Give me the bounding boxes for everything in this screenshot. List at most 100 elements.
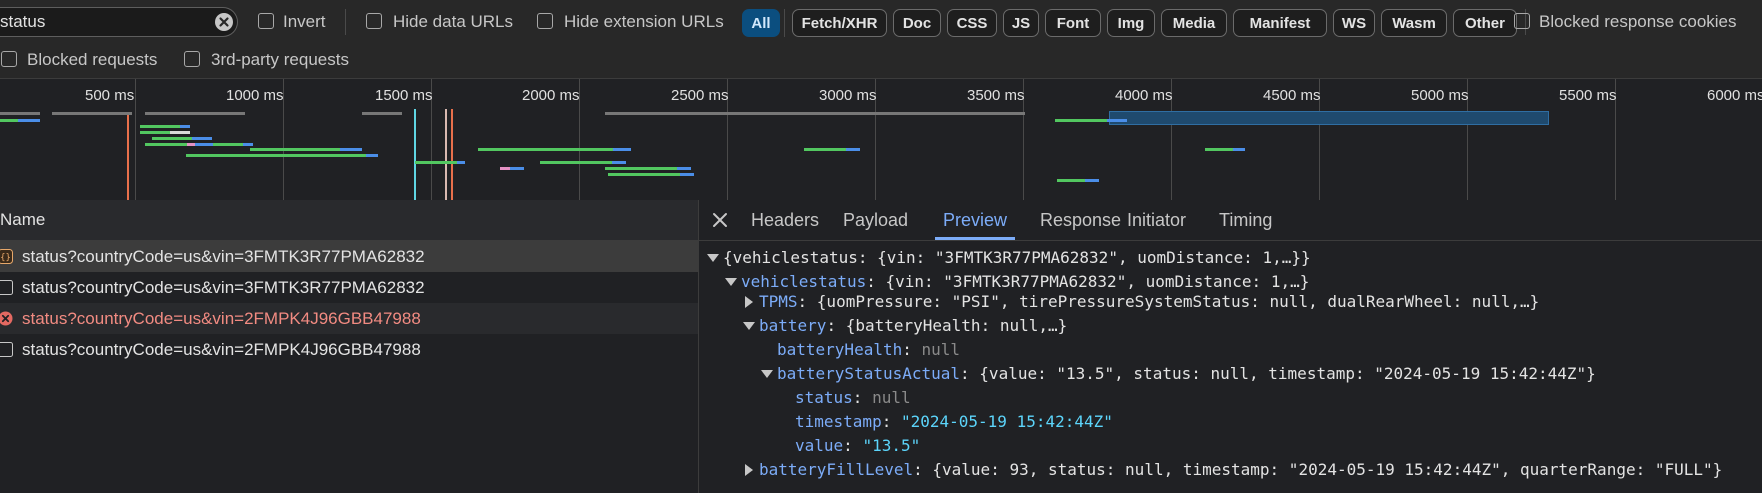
timeline-bar [362,112,402,115]
timeline-bar [478,148,613,151]
filter-chip-wasm[interactable]: Wasm [1381,9,1447,37]
timeline-bar [0,119,18,122]
collapse-toggle-icon[interactable] [745,464,753,476]
tab-headers[interactable]: Headers [751,200,819,240]
xhr-icon: {} [0,249,13,264]
json-prop-value: value: "13.5" [795,436,921,455]
timeline-bar [170,131,190,134]
filter-chip-media[interactable]: Media [1161,9,1227,37]
hide-extension-urls-checkbox[interactable] [537,13,553,29]
close-icon[interactable] [712,212,728,228]
timeline-bar [457,161,465,164]
timeline-bar [605,112,1025,115]
tab-response[interactable]: Response [1040,200,1121,240]
hide-extension-urls-label: Hide extension URLs [564,12,724,31]
timeline-bar [213,143,243,146]
filter-toolbar: Invert Hide data URLs Hide extension URL… [0,0,1762,78]
timeline-bar [1233,148,1245,151]
filter-chip-doc[interactable]: Doc [893,9,941,37]
request-list-empty-area [0,365,698,493]
filter-chip-all[interactable]: All [742,9,780,37]
timeline-domcontentloaded-marker [414,109,416,200]
filter-input[interactable] [0,8,200,36]
request-name: status?countryCode=us&vin=3FMTK3R77PMA62… [22,247,425,266]
request-list-panel: Name {} status?countryCode=us&vin=3FMTK3… [0,200,699,493]
filter-chip-other[interactable]: Other [1453,9,1517,37]
timeline-bar [1107,119,1127,122]
timeline-tick-label: 2500 ms [671,87,729,104]
expand-toggle-icon[interactable] [761,370,773,378]
timeline-bar [366,154,378,157]
timeline-bar [340,148,362,151]
timeline-bar [187,143,195,146]
collapse-toggle-icon[interactable] [745,296,753,308]
request-name: status?countryCode=us&vin=2FMPK4J96GBB47… [22,340,421,359]
svg-text:{}: {} [0,253,11,263]
tab-preview[interactable]: Preview [943,200,1007,240]
timeline-bar [145,112,245,115]
request-row[interactable]: status?countryCode=us&vin=3FMTK3R77PMA62… [0,272,698,303]
timeline-tick-label: 5000 ms [1411,87,1469,104]
tab-payload[interactable]: Payload [843,200,908,240]
request-detail-panel: Headers Payload Preview Response Initiat… [699,200,1762,493]
expand-toggle-icon[interactable] [707,254,719,262]
timeline-bar [243,143,253,146]
hide-data-urls-checkbox[interactable] [366,13,382,29]
filter-input-container[interactable] [0,7,238,37]
timeline-bar [612,161,626,164]
network-overview-timeline[interactable]: 500 ms 1000 ms 1500 ms 2000 ms 2500 ms 3… [0,78,1762,201]
filter-chip-js[interactable]: JS [1003,9,1039,37]
tab-timing[interactable]: Timing [1219,200,1272,240]
timeline-bar [186,154,366,157]
json-node-batterystatusactual[interactable]: batteryStatusActual: {value: "13.5", sta… [777,362,1596,386]
timeline-bar [195,143,213,146]
timeline-gridline [135,79,136,200]
filter-chip-fetch-xhr[interactable]: Fetch/XHR [792,9,887,37]
timeline-bar [540,161,612,164]
name-column-header[interactable]: Name [0,200,698,241]
blocked-requests-checkbox[interactable] [1,51,17,67]
request-row[interactable]: {} status?countryCode=us&vin=3FMTK3R77PM… [0,241,698,272]
invert-label: Invert [283,12,326,31]
timeline-bar [804,148,846,151]
filter-chip-manifest[interactable]: Manifest [1233,9,1327,37]
json-prop-status: status: null [795,388,911,407]
blocked-response-cookies-label: Blocked response cookies [1539,12,1737,31]
filter-chip-css[interactable]: CSS [947,9,997,37]
json-node-battery[interactable]: battery: {batteryHealth: null,…} [759,314,1067,338]
hide-data-urls-label: Hide data URLs [393,12,514,31]
timeline-tick-label: 500 ms [85,87,135,104]
json-prop-timestamp: timestamp: "2024-05-19 15:42:44Z" [795,412,1113,431]
request-row-error[interactable]: status?countryCode=us&vin=2FMPK4J96GBB47… [0,303,698,334]
timeline-bar [180,125,190,128]
timeline-marker [445,109,447,200]
timeline-bar [145,143,187,146]
clear-filter-icon[interactable] [213,11,235,33]
request-row[interactable]: status?countryCode=us&vin=2FMPK4J96GBB47… [0,334,698,365]
timeline-bar [140,125,180,128]
json-prop-batteryhealth: batteryHealth: null [777,340,961,359]
json-node-batteryfilllevel[interactable]: batteryFillLevel: {value: 93, status: nu… [759,458,1722,482]
invert-checkbox[interactable] [258,13,274,29]
expand-toggle-icon[interactable] [743,322,755,330]
filter-chip-ws[interactable]: WS [1333,9,1375,37]
timeline-bar [677,167,691,170]
expand-toggle-icon[interactable] [725,278,737,286]
third-party-requests-label: 3rd-party requests [211,50,349,69]
timeline-selection-window[interactable] [1109,111,1549,125]
timeline-tick-label: 3000 ms [819,87,877,104]
tab-initiator[interactable]: Initiator [1127,200,1186,240]
third-party-requests-checkbox[interactable] [184,51,200,67]
active-tab-underline [935,237,1015,240]
timeline-tick-label: 1500 ms [375,87,433,104]
filter-chip-img[interactable]: Img [1107,9,1155,37]
timeline-tick-label: 4500 ms [1263,87,1321,104]
blocked-response-cookies-checkbox[interactable] [1514,13,1530,29]
filter-chip-font[interactable]: Font [1045,9,1101,37]
detail-tabs-bar: Headers Payload Preview Response Initiat… [699,200,1762,241]
timeline-tick-label: 1000 ms [226,87,284,104]
document-icon [0,342,13,357]
json-node-tpms[interactable]: TPMS: {uomPressure: "PSI", tirePressureS… [759,290,1539,314]
timeline-bar [608,173,680,176]
timeline-bar [846,148,860,151]
